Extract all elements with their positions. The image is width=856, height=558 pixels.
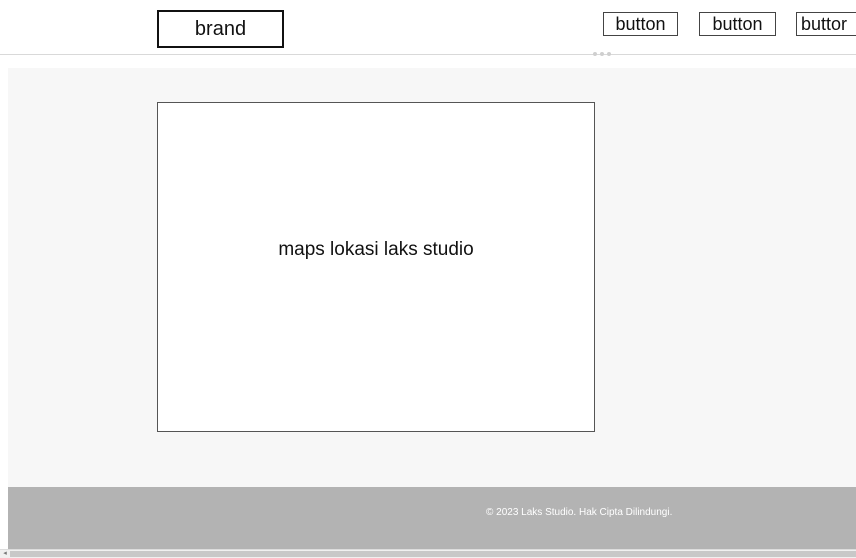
site-header: brand button button buttor — [0, 0, 856, 56]
scroll-left-icon[interactable]: ◂ — [1, 550, 9, 558]
scrollbar-thumb[interactable] — [10, 551, 856, 557]
handle-dot — [600, 52, 604, 56]
nav-button-1[interactable]: button — [603, 12, 678, 36]
page: brand button button buttor maps lokasi l… — [0, 0, 856, 558]
nav-button-3[interactable]: buttor — [796, 12, 856, 36]
horizontal-scrollbar[interactable]: ◂ — [0, 549, 856, 558]
handle-dot — [607, 52, 611, 56]
map-placeholder-text: maps lokasi laks studio — [278, 238, 474, 260]
resize-handle-icon[interactable] — [593, 52, 611, 56]
location-map-placeholder: maps lokasi laks studio — [157, 102, 595, 432]
handle-dot — [593, 52, 597, 56]
copyright-text: © 2023 Laks Studio. Hak Cipta Dilindungi… — [486, 507, 673, 518]
brand-logo[interactable]: brand — [157, 10, 284, 48]
nav-button-2[interactable]: button — [699, 12, 776, 36]
site-footer: © 2023 Laks Studio. Hak Cipta Dilindungi… — [8, 487, 856, 549]
